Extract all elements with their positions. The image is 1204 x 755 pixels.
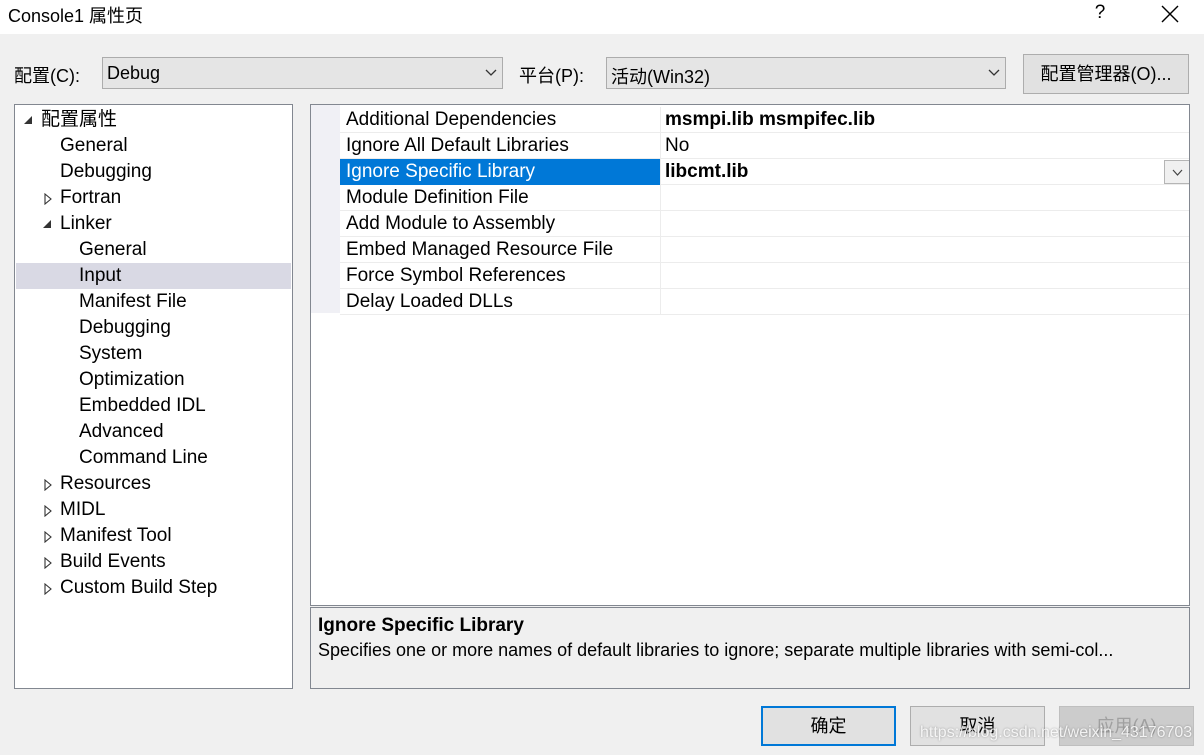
property-name: Ignore Specific Library — [340, 159, 660, 185]
collapsed-arrow-icon[interactable] — [43, 471, 55, 497]
column-divider — [660, 263, 661, 289]
value-dropdown-button[interactable] — [1164, 160, 1189, 184]
tree-item-label: Input — [79, 265, 122, 286]
property-name: Module Definition File — [346, 187, 529, 208]
tree-item-linker-debugging[interactable]: Debugging — [16, 315, 291, 341]
tree-item-linker-system[interactable]: System — [16, 341, 291, 367]
property-row[interactable]: Add Module to Assembly — [340, 211, 1189, 237]
tree-item-label: MIDL — [60, 499, 106, 520]
column-divider — [660, 159, 661, 185]
tree-item-config-properties[interactable]: 配置属性 — [16, 107, 291, 133]
property-row-selected[interactable]: Ignore Specific Library libcmt.lib — [340, 159, 1189, 185]
property-grid[interactable]: Additional Dependencies msmpi.lib msmpif… — [310, 104, 1190, 606]
tree-item-label: Fortran — [60, 187, 122, 208]
collapsed-arrow-icon[interactable] — [43, 185, 55, 211]
property-value[interactable]: msmpi.lib msmpifec.lib — [665, 107, 875, 132]
tree-item-build-events[interactable]: Build Events — [16, 549, 291, 575]
tree-item-fortran[interactable]: Fortran — [16, 185, 291, 211]
property-row[interactable]: Additional Dependencies msmpi.lib msmpif… — [340, 107, 1189, 133]
property-tree[interactable]: 配置属性 General Debugging Fortran Linker Ge… — [14, 104, 293, 689]
config-label: 配置(C): — [14, 66, 80, 86]
tree-item-label: General — [60, 135, 128, 156]
window-title: Console1 属性页 — [8, 6, 144, 26]
collapsed-arrow-icon[interactable] — [43, 549, 55, 575]
description-title: Ignore Specific Library — [318, 615, 524, 636]
tree-item-label: General — [79, 239, 147, 260]
tree-item-label: Linker — [60, 213, 112, 234]
close-button[interactable] — [1155, 0, 1185, 30]
config-value: Debug — [107, 63, 161, 83]
chevron-down-icon — [485, 69, 497, 76]
collapsed-arrow-icon[interactable] — [43, 497, 55, 523]
tree-item-linker-manifest-file[interactable]: Manifest File — [16, 289, 291, 315]
tree-item-linker-input[interactable]: Input — [16, 263, 291, 289]
tree-item-label: Embedded IDL — [79, 395, 206, 416]
property-row[interactable]: Module Definition File — [340, 185, 1189, 211]
tree-item-linker-command-line[interactable]: Command Line — [16, 445, 291, 471]
config-manager-button[interactable]: 配置管理器(O)... — [1023, 54, 1189, 94]
tree-item-custom-build-step[interactable]: Custom Build Step — [16, 575, 291, 601]
description-text: Specifies one or more names of default l… — [318, 640, 1114, 660]
tree-item-label: Manifest Tool — [60, 525, 172, 546]
tree-item-label: Build Events — [60, 551, 166, 572]
chevron-down-icon — [988, 69, 1000, 76]
platform-value: 活动(Win32) — [611, 67, 711, 87]
tree-item-label: System — [79, 343, 143, 364]
tree-item-label: Custom Build Step — [60, 577, 218, 598]
tree-item-linker-optimization[interactable]: Optimization — [16, 367, 291, 393]
watermark: https://blog.csdn.net/weixin_43176703 — [920, 724, 1193, 741]
tree-item-label: Manifest File — [79, 291, 187, 312]
platform-combo[interactable]: 活动(Win32) — [606, 57, 1006, 89]
tree-item-midl[interactable]: MIDL — [16, 497, 291, 523]
close-icon — [1161, 5, 1179, 23]
tree-item-linker[interactable]: Linker — [16, 211, 291, 237]
tree-item-label: Command Line — [79, 447, 208, 468]
property-name: Ignore All Default Libraries — [346, 135, 569, 156]
tree-item-linker-general[interactable]: General — [16, 237, 291, 263]
title-bar: Console1 属性页 ? — [0, 0, 1204, 34]
property-name: Embed Managed Resource File — [346, 239, 614, 260]
tree-item-label: Optimization — [79, 369, 185, 390]
property-value[interactable]: libcmt.lib — [665, 159, 748, 184]
tree-item-resources[interactable]: Resources — [16, 471, 291, 497]
expanded-arrow-icon[interactable] — [23, 107, 35, 133]
column-divider — [660, 185, 661, 211]
tree-item-label: Resources — [60, 473, 151, 494]
column-divider — [660, 237, 661, 263]
tree-item-manifest-tool[interactable]: Manifest Tool — [16, 523, 291, 549]
expanded-arrow-icon[interactable] — [42, 211, 54, 237]
property-name: Additional Dependencies — [346, 109, 557, 130]
column-divider — [660, 133, 661, 159]
property-row[interactable]: Embed Managed Resource File — [340, 237, 1189, 263]
help-button[interactable]: ? — [1085, 0, 1115, 30]
tree-item-general[interactable]: General — [16, 133, 291, 159]
tree-item-debugging[interactable]: Debugging — [16, 159, 291, 185]
property-name: Force Symbol References — [346, 265, 566, 286]
tree-item-label: Advanced — [79, 421, 164, 442]
property-value[interactable]: No — [665, 133, 689, 158]
collapsed-arrow-icon[interactable] — [43, 575, 55, 601]
ok-button[interactable]: 确定 — [761, 706, 896, 746]
tree-item-label: Debugging — [60, 161, 152, 182]
description-panel: Ignore Specific Library Specifies one or… — [310, 607, 1190, 689]
grid-gutter — [311, 105, 340, 313]
tree-item-label: Debugging — [79, 317, 171, 338]
column-divider — [660, 107, 661, 133]
config-combo[interactable]: Debug — [102, 57, 503, 89]
property-name: Add Module to Assembly — [346, 213, 556, 234]
platform-label: 平台(P): — [519, 66, 584, 86]
collapsed-arrow-icon[interactable] — [43, 523, 55, 549]
tree-item-linker-advanced[interactable]: Advanced — [16, 419, 291, 445]
property-name: Delay Loaded DLLs — [346, 291, 513, 312]
column-divider — [660, 289, 661, 315]
chevron-down-icon — [1172, 169, 1183, 176]
property-row[interactable]: Delay Loaded DLLs — [340, 289, 1189, 315]
column-divider — [660, 211, 661, 237]
tree-item-linker-embedded-idl[interactable]: Embedded IDL — [16, 393, 291, 419]
property-row[interactable]: Ignore All Default Libraries No — [340, 133, 1189, 159]
property-row[interactable]: Force Symbol References — [340, 263, 1189, 289]
tree-item-label: 配置属性 — [41, 109, 118, 130]
